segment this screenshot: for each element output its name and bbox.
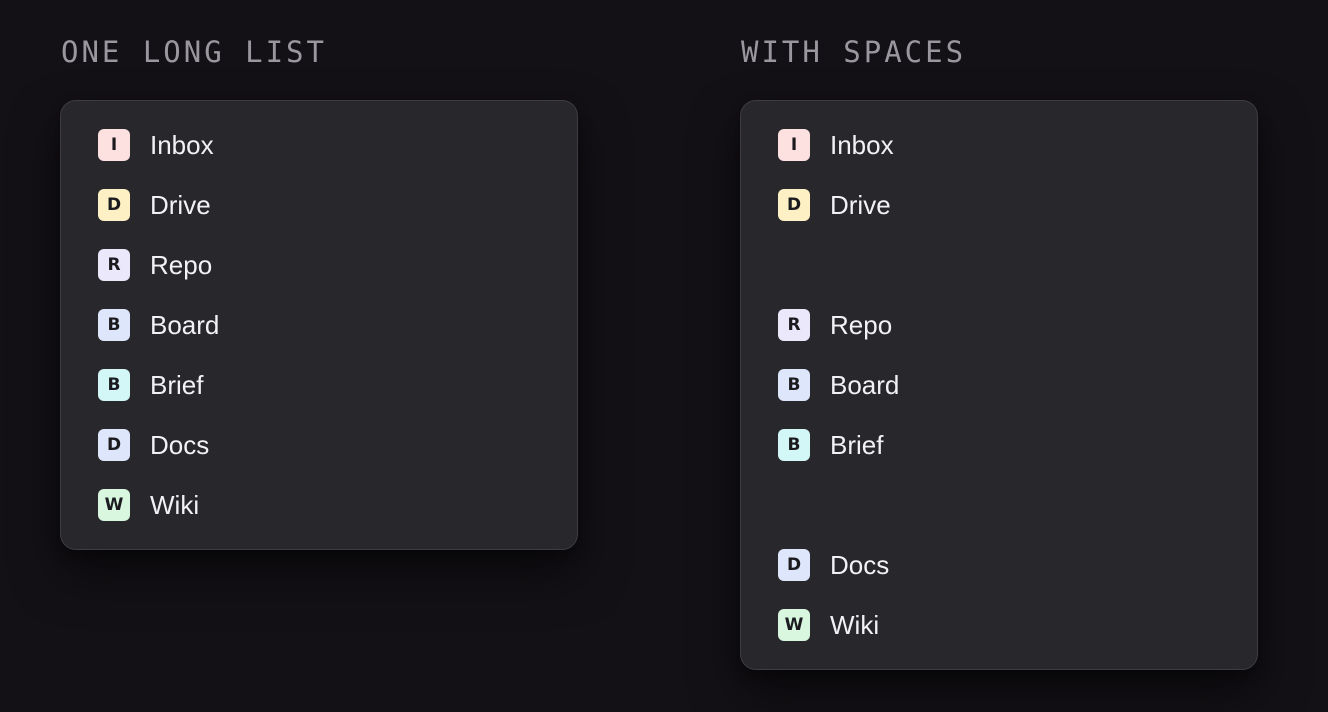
group-gap	[741, 475, 1257, 535]
menu-item-label: Drive	[830, 190, 891, 220]
brief-icon: B	[98, 369, 130, 401]
menu-item-inbox[interactable]: I Inbox	[61, 115, 577, 175]
menu-item-wiki[interactable]: W Wiki	[741, 595, 1257, 655]
with-spaces-menu: I Inbox D Drive R Repo B Board B Brief D…	[740, 100, 1258, 670]
board-icon: B	[98, 309, 130, 341]
drive-icon: D	[778, 189, 810, 221]
menu-item-board[interactable]: B Board	[61, 295, 577, 355]
menu-item-label: Wiki	[830, 610, 880, 640]
menu-item-label: Board	[150, 310, 220, 340]
repo-icon: R	[98, 249, 130, 281]
drive-icon: D	[98, 189, 130, 221]
menu-item-label: Repo	[150, 250, 213, 280]
brief-icon: B	[778, 429, 810, 461]
menu-item-board[interactable]: B Board	[741, 355, 1257, 415]
inbox-icon: I	[98, 129, 130, 161]
menu-item-repo[interactable]: R Repo	[741, 295, 1257, 355]
menu-item-brief[interactable]: B Brief	[61, 355, 577, 415]
menu-item-wiki[interactable]: W Wiki	[61, 475, 577, 535]
wiki-icon: W	[98, 489, 130, 521]
wiki-icon: W	[778, 609, 810, 641]
menu-item-label: Inbox	[150, 130, 214, 160]
inbox-icon: I	[778, 129, 810, 161]
menu-item-docs[interactable]: D Docs	[61, 415, 577, 475]
docs-icon: D	[98, 429, 130, 461]
menu-item-drive[interactable]: D Drive	[61, 175, 577, 235]
docs-icon: D	[778, 549, 810, 581]
menu-item-label: Docs	[830, 550, 890, 580]
menu-item-inbox[interactable]: I Inbox	[741, 115, 1257, 175]
comparison-stage: ONE LONG LIST I Inbox D Drive R Repo B B…	[0, 0, 1328, 712]
menu-item-docs[interactable]: D Docs	[741, 535, 1257, 595]
repo-icon: R	[778, 309, 810, 341]
menu-item-label: Board	[830, 370, 900, 400]
menu-item-label: Inbox	[830, 130, 894, 160]
group-gap	[741, 235, 1257, 295]
menu-item-label: Repo	[830, 310, 893, 340]
menu-item-label: Brief	[150, 370, 204, 400]
one-long-list-heading: ONE LONG LIST	[61, 35, 327, 69]
menu-item-label: Drive	[150, 190, 211, 220]
one-long-list-menu: I Inbox D Drive R Repo B Board B Brief D…	[60, 100, 578, 550]
board-icon: B	[778, 369, 810, 401]
menu-item-label: Brief	[830, 430, 884, 460]
menu-item-drive[interactable]: D Drive	[741, 175, 1257, 235]
menu-item-brief[interactable]: B Brief	[741, 415, 1257, 475]
menu-item-repo[interactable]: R Repo	[61, 235, 577, 295]
menu-item-label: Wiki	[150, 490, 200, 520]
menu-item-label: Docs	[150, 430, 210, 460]
with-spaces-heading: WITH SPACES	[741, 35, 967, 69]
